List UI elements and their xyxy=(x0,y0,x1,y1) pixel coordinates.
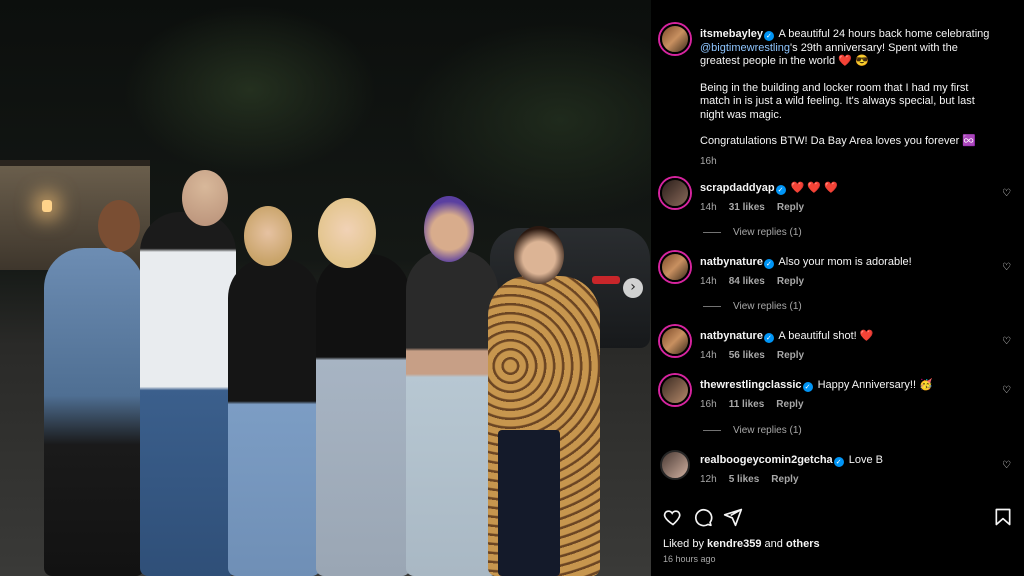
view-replies-label: View replies (1) xyxy=(733,425,802,436)
comment-reply-button[interactable]: Reply xyxy=(771,474,798,485)
comment-username[interactable]: realboogeycomin2getcha xyxy=(700,454,833,466)
comment-time: 14h xyxy=(700,275,717,287)
liked-by-user-link[interactable]: kendre359 xyxy=(707,538,761,550)
comment-likes[interactable]: 11 likes xyxy=(729,399,765,410)
comment-text: A beautiful shot! ❤️ xyxy=(778,330,874,342)
verified-badge-icon: ✓ xyxy=(775,185,786,195)
caption-mention-link[interactable]: @bigtimewrestling xyxy=(700,42,790,54)
view-replies-link[interactable]: View replies (1) xyxy=(703,301,802,312)
comment-reply-button[interactable]: Reply xyxy=(777,202,804,213)
comment-text: Love B xyxy=(848,454,883,466)
commenter-avatar[interactable] xyxy=(660,450,690,480)
liked-by-summary: Liked by kendre359 and others xyxy=(663,538,820,550)
verified-badge-icon: ✓ xyxy=(802,382,813,392)
commenter-avatar[interactable] xyxy=(660,178,690,208)
post-sidebar: itsmebayley ✓ A beautiful 24 hours back h… xyxy=(651,0,1024,576)
comment-like-icon[interactable]: ♡ xyxy=(1002,336,1012,347)
comment-bubble-icon[interactable] xyxy=(693,507,713,527)
comment-text: Also your mom is adorable! xyxy=(778,256,912,268)
liked-by-and: and xyxy=(764,538,783,550)
liked-by-others-link[interactable]: others xyxy=(786,538,820,550)
view-replies-label: View replies (1) xyxy=(733,227,802,238)
comment-time: 14h xyxy=(700,349,717,361)
comment-likes[interactable]: 5 likes xyxy=(729,474,760,485)
author-username[interactable]: itsmebayley xyxy=(700,28,763,40)
comment-like-icon[interactable]: ♡ xyxy=(1002,262,1012,273)
comment-reply-button[interactable]: Reply xyxy=(777,350,804,361)
comment-time: 16h xyxy=(700,398,717,410)
comment-time: 14h xyxy=(700,201,717,213)
comment-likes[interactable]: 56 likes xyxy=(729,350,765,361)
caption-emoji: ❤️ 😎 xyxy=(838,55,869,67)
comment-text: Happy Anniversary!! 🥳 xyxy=(817,379,933,391)
verified-badge-icon: ✓ xyxy=(763,333,774,343)
author-avatar[interactable] xyxy=(660,24,690,54)
comment-username[interactable]: thewrestlingclassic xyxy=(700,379,802,391)
view-replies-link[interactable]: View replies (1) xyxy=(703,425,802,436)
commenter-avatar[interactable] xyxy=(660,375,690,405)
verified-badge-icon: ✓ xyxy=(833,457,844,467)
commenter-avatar[interactable] xyxy=(660,326,690,356)
comment-username[interactable]: natbynature xyxy=(700,256,763,268)
comment-reply-button[interactable]: Reply xyxy=(776,399,803,410)
comment-likes[interactable]: 31 likes xyxy=(729,202,765,213)
comment-like-icon[interactable]: ♡ xyxy=(1002,188,1012,199)
view-replies-label: View replies (1) xyxy=(733,301,802,312)
comment-time: 12h xyxy=(700,473,717,485)
post-actions-bar xyxy=(663,507,1013,527)
save-bookmark-icon[interactable] xyxy=(993,507,1013,527)
caption-timestamp: 16h xyxy=(700,155,717,167)
comment-reply-button[interactable]: Reply xyxy=(777,276,804,287)
post-photo[interactable]: › xyxy=(0,0,651,576)
verified-badge-icon: ✓ xyxy=(763,31,774,41)
view-replies-link[interactable]: View replies (1) xyxy=(703,227,802,238)
comment-text: ❤️ ❤️ ❤️ xyxy=(790,182,838,194)
comment-like-icon[interactable]: ♡ xyxy=(1002,460,1012,471)
comment-username[interactable]: natbynature xyxy=(700,330,763,342)
like-heart-icon[interactable] xyxy=(663,507,683,527)
group-of-people xyxy=(0,0,651,576)
caption-paragraph-2: Being in the building and locker room th… xyxy=(700,81,975,121)
verified-badge-icon: ✓ xyxy=(763,259,774,269)
share-send-icon[interactable] xyxy=(723,507,743,527)
post-time-ago[interactable]: 16 hours ago xyxy=(663,554,716,564)
carousel-next-button[interactable]: › xyxy=(623,278,643,298)
caption-text-1: A beautiful 24 hours back home celebrati… xyxy=(778,28,990,40)
caption-paragraph-3: Congratulations BTW! Da Bay Area loves y… xyxy=(700,135,976,147)
comment-like-icon[interactable]: ♡ xyxy=(1002,385,1012,396)
commenter-avatar[interactable] xyxy=(660,252,690,282)
comment-likes[interactable]: 84 likes xyxy=(729,276,765,287)
comment-username[interactable]: scrapdaddyap xyxy=(700,182,775,194)
liked-by-prefix: Liked by xyxy=(663,538,704,550)
